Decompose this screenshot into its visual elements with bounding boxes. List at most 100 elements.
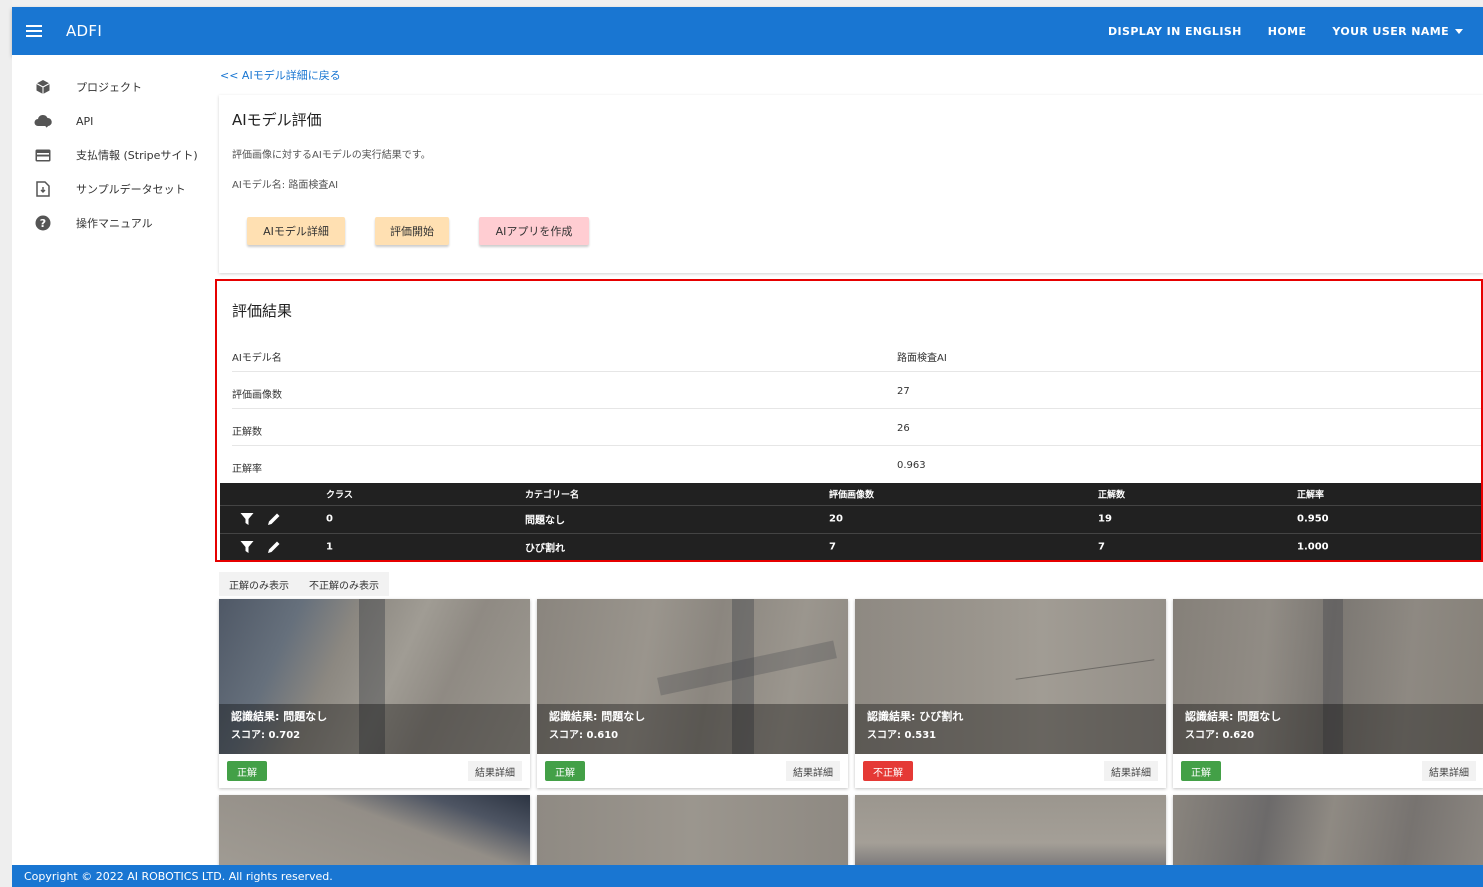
result-detail-button[interactable]: 結果詳細 bbox=[1422, 761, 1476, 781]
sidebar-item-label: サンプルデータセット bbox=[76, 183, 186, 196]
class-results-table: クラス カテゴリー名 評価画像数 正解数 正解率 0 問題なし 20 19 0.… bbox=[220, 483, 1481, 560]
incorrect-badge: 不正解 bbox=[863, 761, 913, 781]
evaluation-image[interactable] bbox=[855, 795, 1166, 865]
results-title: 評価結果 bbox=[232, 302, 293, 320]
edit-icon[interactable] bbox=[266, 511, 282, 527]
sidebar-item-api[interactable]: API bbox=[12, 104, 215, 138]
header-class: クラス bbox=[326, 490, 353, 501]
cell-correct-count: 19 bbox=[1098, 513, 1112, 525]
result-key: AIモデル名 bbox=[232, 353, 282, 364]
result-detail-button[interactable]: 結果詳細 bbox=[1104, 761, 1158, 781]
sidebar-item-project[interactable]: プロジェクト bbox=[12, 70, 215, 104]
result-value: 26 bbox=[897, 423, 910, 434]
recognition-result: 認識結果: 問題なし bbox=[1185, 710, 1282, 723]
image-result-card bbox=[537, 795, 848, 865]
result-row-image-count: 評価画像数 27 bbox=[232, 372, 1481, 409]
cell-correct-count: 7 bbox=[1098, 541, 1105, 553]
help-icon: ? bbox=[34, 214, 52, 232]
evaluation-image[interactable]: 認識結果: 問題なし スコア: 0.620 bbox=[1173, 599, 1483, 754]
image-result-card bbox=[855, 795, 1166, 865]
result-key: 正解数 bbox=[232, 427, 262, 438]
left-edge-strip bbox=[0, 0, 12, 887]
cell-image-count: 7 bbox=[829, 541, 836, 553]
result-filters: 正解のみ表示 不正解のみ表示 bbox=[219, 572, 389, 596]
evaluation-image[interactable] bbox=[219, 795, 530, 865]
evaluation-image[interactable] bbox=[1173, 795, 1483, 865]
evaluation-image[interactable]: 認識結果: ひび割れ スコア: 0.531 bbox=[855, 599, 1166, 754]
evaluation-image[interactable] bbox=[537, 795, 848, 865]
model-evaluation-card: AIモデル評価 評価画像に対するAIモデルの実行結果です。 AIモデル名: 路面… bbox=[219, 95, 1483, 273]
header-category: カテゴリー名 bbox=[525, 490, 580, 501]
sidebar-item-manual[interactable]: ? 操作マニュアル bbox=[12, 206, 215, 240]
image-result-card: 認識結果: 問題なし スコア: 0.702 正解 結果詳細 bbox=[219, 599, 530, 788]
main-content: << AIモデル詳細に戻る AIモデル評価 評価画像に対するAIモデルの実行結果… bbox=[215, 55, 1483, 865]
sidebar-item-sample-dataset[interactable]: サンプルデータセット bbox=[12, 172, 215, 206]
sidebar-item-billing[interactable]: 支払情報 (Stripeサイト) bbox=[12, 138, 215, 172]
svg-text:?: ? bbox=[40, 217, 46, 230]
correct-badge: 正解 bbox=[1181, 761, 1221, 781]
result-row-model-name: AIモデル名 路面検査AI bbox=[232, 335, 1481, 372]
show-correct-only-button[interactable]: 正解のみ表示 bbox=[219, 572, 299, 596]
model-detail-button[interactable]: AIモデル詳細 bbox=[247, 217, 345, 245]
image-result-card bbox=[1173, 795, 1483, 865]
sidebar-item-label: 支払情報 (Stripeサイト) bbox=[76, 149, 198, 162]
result-row-correct-count: 正解数 26 bbox=[232, 409, 1481, 446]
recognition-score: スコア: 0.531 bbox=[867, 730, 937, 741]
cell-accuracy: 0.950 bbox=[1297, 513, 1329, 525]
cube-icon bbox=[34, 78, 52, 96]
recognition-result: 認識結果: 問題なし bbox=[549, 710, 646, 723]
result-value: 路面検査AI bbox=[897, 353, 947, 364]
result-row-accuracy: 正解率 0.963 bbox=[232, 446, 1481, 483]
edit-icon[interactable] bbox=[266, 539, 282, 555]
cell-category: 問題なし bbox=[525, 515, 565, 527]
cell-class: 0 bbox=[326, 513, 333, 525]
table-row: 1 ひび割れ 7 7 1.000 bbox=[220, 533, 1481, 560]
filter-icon[interactable] bbox=[240, 512, 254, 526]
cell-accuracy: 1.000 bbox=[1297, 541, 1329, 553]
recognition-score: スコア: 0.610 bbox=[549, 730, 619, 741]
home-button[interactable]: HOME bbox=[1268, 25, 1307, 38]
credit-card-icon bbox=[34, 146, 52, 164]
sidebar-item-label: 操作マニュアル bbox=[76, 217, 153, 230]
user-menu-button[interactable]: YOUR USER NAME bbox=[1332, 25, 1463, 38]
result-detail-button[interactable]: 結果詳細 bbox=[786, 761, 840, 781]
recognition-score: スコア: 0.702 bbox=[231, 730, 301, 741]
footer: Copyright © 2022 AI ROBOTICS LTD. All ri… bbox=[12, 865, 1483, 887]
cell-class: 1 bbox=[326, 541, 333, 553]
result-key: 評価画像数 bbox=[232, 390, 282, 401]
caret-down-icon bbox=[1455, 28, 1463, 34]
app-bar: ADFI DISPLAY IN ENGLISH HOME YOUR USER N… bbox=[12, 7, 1483, 55]
hamburger-menu-icon[interactable] bbox=[12, 7, 56, 55]
back-to-model-link[interactable]: << AIモデル詳細に戻る bbox=[220, 67, 341, 83]
result-detail-button[interactable]: 結果詳細 bbox=[468, 761, 522, 781]
model-name-line: AIモデル名: 路面検査AI bbox=[232, 180, 339, 191]
page-description: 評価画像に対するAIモデルの実行結果です。 bbox=[232, 150, 431, 161]
file-download-icon bbox=[34, 180, 52, 198]
page-title: AIモデル評価 bbox=[232, 111, 322, 129]
sidebar-item-label: プロジェクト bbox=[76, 81, 142, 94]
evaluation-image[interactable]: 認識結果: 問題なし スコア: 0.610 bbox=[537, 599, 848, 754]
correct-badge: 正解 bbox=[545, 761, 585, 781]
image-result-card: 認識結果: 問題なし スコア: 0.620 正解 結果詳細 bbox=[1173, 599, 1483, 788]
create-ai-app-button[interactable]: AIアプリを作成 bbox=[479, 217, 589, 245]
table-header-row: クラス カテゴリー名 評価画像数 正解数 正解率 bbox=[220, 483, 1481, 505]
filter-icon[interactable] bbox=[240, 540, 254, 554]
header-image-count: 評価画像数 bbox=[829, 490, 875, 501]
sidebar: プロジェクト API 支払情報 (Stripeサイト) サンプルデータセット ?… bbox=[12, 55, 215, 865]
user-name-label: YOUR USER NAME bbox=[1332, 24, 1449, 38]
show-incorrect-only-button[interactable]: 不正解のみ表示 bbox=[299, 572, 389, 596]
table-row: 0 問題なし 20 19 0.950 bbox=[220, 505, 1481, 532]
result-value: 0.963 bbox=[897, 460, 926, 471]
recognition-result: 認識結果: ひび割れ bbox=[867, 710, 964, 723]
image-result-card: 認識結果: 問題なし スコア: 0.610 正解 結果詳細 bbox=[537, 599, 848, 788]
cell-image-count: 20 bbox=[829, 513, 843, 525]
header-correct-count: 正解数 bbox=[1098, 490, 1126, 501]
evaluation-image[interactable]: 認識結果: 問題なし スコア: 0.702 bbox=[219, 599, 530, 754]
correct-badge: 正解 bbox=[227, 761, 267, 781]
result-value: 27 bbox=[897, 386, 910, 397]
brand-logo[interactable]: ADFI bbox=[66, 22, 102, 40]
header-accuracy: 正解率 bbox=[1297, 490, 1325, 501]
start-evaluation-button[interactable]: 評価開始 bbox=[375, 217, 449, 245]
result-key: 正解率 bbox=[232, 464, 262, 475]
display-english-button[interactable]: DISPLAY IN ENGLISH bbox=[1108, 25, 1242, 38]
